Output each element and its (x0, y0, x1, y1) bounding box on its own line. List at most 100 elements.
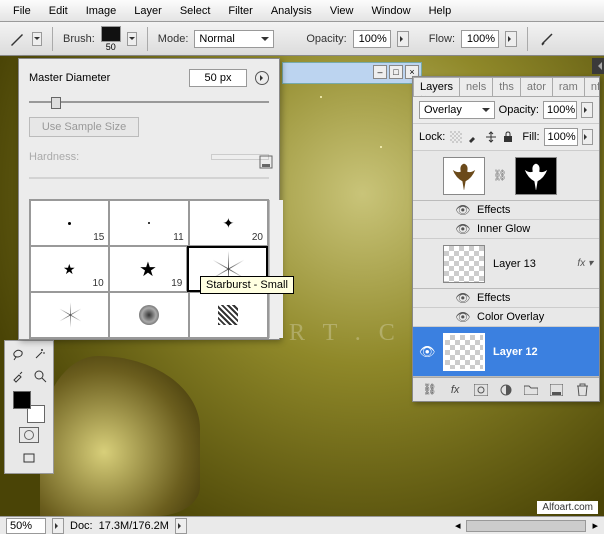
zoom-tool-icon[interactable] (29, 365, 51, 387)
opacity-label: Opacity: (306, 33, 346, 45)
brush-tool-icon[interactable] (8, 30, 26, 48)
toolbox (4, 340, 54, 474)
doc-info-menu[interactable] (175, 518, 187, 534)
layer-item[interactable]: ⛓ (413, 151, 599, 201)
link-layers-icon[interactable]: ⛓ (422, 382, 438, 398)
tool-preset-dropdown[interactable] (32, 32, 42, 46)
brush-preset[interactable]: 11 (109, 200, 188, 246)
tab-navigator[interactable]: ator (520, 77, 553, 96)
menu-window[interactable]: Window (362, 2, 419, 20)
lock-pixels-icon[interactable] (467, 130, 480, 144)
menu-select[interactable]: Select (171, 2, 220, 20)
visibility-icon[interactable]: 👁 (455, 222, 471, 236)
menu-image[interactable]: Image (77, 2, 126, 20)
diameter-slider[interactable] (29, 95, 269, 109)
use-sample-size-button: Use Sample Size (29, 117, 139, 137)
brush-preset[interactable] (189, 292, 268, 338)
menu-layer[interactable]: Layer (125, 2, 171, 20)
visibility-icon[interactable]: 👁 (419, 344, 435, 360)
link-icon[interactable]: ⛓ (493, 169, 507, 182)
tab-channels[interactable]: nels (459, 77, 493, 96)
magic-wand-tool-icon[interactable] (29, 343, 51, 365)
visibility-icon[interactable]: 👁 (455, 203, 471, 217)
layer-opacity-stepper[interactable] (581, 102, 593, 118)
panel-collapse-icon[interactable] (592, 58, 604, 74)
fill-stepper[interactable] (582, 129, 593, 145)
lock-all-icon[interactable] (501, 130, 514, 144)
horizontal-scrollbar[interactable] (466, 520, 586, 532)
brush-preset[interactable] (109, 292, 188, 338)
layer-style-icon[interactable]: fx (447, 382, 463, 398)
tab-info[interactable]: nfo (584, 77, 599, 96)
menu-analysis[interactable]: Analysis (262, 2, 321, 20)
menu-filter[interactable]: Filter (219, 2, 261, 20)
layer-opacity-field[interactable]: 100% (543, 101, 577, 119)
lock-position-icon[interactable] (484, 130, 497, 144)
brush-preset[interactable]: ★10 (30, 246, 109, 292)
quick-mask-icon[interactable] (19, 427, 39, 443)
layer-blend-mode-select[interactable]: Overlay (419, 101, 495, 119)
color-swatches[interactable] (13, 391, 45, 423)
brush-preset[interactable]: 15 (30, 200, 109, 246)
group-icon[interactable] (523, 382, 539, 398)
layer-mask-thumbnail[interactable] (515, 157, 557, 195)
brush-preset-grid: 15 11 ✦20 ★10 ★19 50 (29, 199, 269, 339)
menu-help[interactable]: Help (420, 2, 461, 20)
doc-maximize-icon[interactable]: □ (389, 65, 403, 79)
preset-scrollbar[interactable] (269, 200, 283, 338)
screen-mode-icon[interactable] (18, 447, 40, 469)
flow-stepper[interactable] (505, 31, 517, 47)
fx-badge[interactable]: fx ▾ (577, 258, 593, 269)
opacity-field[interactable]: 100% (353, 30, 391, 48)
layer-thumbnail[interactable] (443, 157, 485, 195)
brush-preset[interactable]: ★19 (109, 246, 188, 292)
scroll-right-icon[interactable]: ▸ (592, 519, 598, 532)
visibility-icon[interactable]: 👁 (455, 291, 471, 305)
flow-field[interactable]: 100% (461, 30, 499, 48)
scroll-left-icon[interactable]: ◂ (455, 519, 461, 532)
layer-thumbnail[interactable] (443, 333, 485, 371)
effect-item[interactable]: 👁 Color Overlay (413, 308, 599, 327)
fill-field[interactable]: 100% (544, 128, 578, 146)
lock-transparency-icon[interactable] (449, 130, 462, 144)
airbrush-icon[interactable] (538, 30, 556, 48)
effects-heading[interactable]: 👁 Effects (413, 289, 599, 308)
layer-item-selected[interactable]: 👁 Layer 12 (413, 327, 599, 377)
menu-file[interactable]: File (4, 2, 40, 20)
flow-label: Flow: (429, 33, 455, 45)
new-layer-icon[interactable] (549, 382, 565, 398)
master-diameter-field[interactable]: 50 px (189, 69, 247, 87)
brush-preset[interactable] (30, 292, 109, 338)
tab-layers[interactable]: Layers × (413, 77, 460, 96)
layer-item[interactable]: Layer 13 fx ▾ (413, 239, 599, 289)
blend-mode-select[interactable]: Normal (194, 30, 274, 48)
layer-mask-icon[interactable] (473, 382, 489, 398)
brush-picker-dropdown[interactable] (127, 32, 137, 46)
zoom-field[interactable]: 50% (6, 518, 46, 534)
menu-edit[interactable]: Edit (40, 2, 77, 20)
doc-minimize-icon[interactable]: – (373, 65, 387, 79)
layer-name[interactable]: Layer 12 (493, 346, 593, 358)
zoom-stepper[interactable] (52, 518, 64, 534)
master-diameter-label: Master Diameter (29, 72, 110, 84)
visibility-icon[interactable]: 👁 (455, 310, 471, 324)
tab-histogram[interactable]: ram (552, 77, 585, 96)
layer-name[interactable]: Layer 13 (493, 258, 569, 270)
delete-layer-icon[interactable] (574, 382, 590, 398)
flyout-menu-icon[interactable] (255, 71, 269, 85)
new-preset-icon[interactable] (259, 155, 273, 169)
document-tab[interactable]: – □ × (282, 62, 422, 84)
adjustment-layer-icon[interactable] (498, 382, 514, 398)
brush-preset[interactable]: ✦20 (189, 200, 268, 246)
brush-preview-icon[interactable] (101, 26, 121, 42)
layer-thumbnail[interactable] (443, 245, 485, 283)
menu-view[interactable]: View (321, 2, 363, 20)
effects-heading[interactable]: 👁 Effects (413, 201, 599, 220)
effect-item[interactable]: 👁 Inner Glow (413, 220, 599, 239)
tab-paths[interactable]: ths (492, 77, 521, 96)
opacity-stepper[interactable] (397, 31, 409, 47)
lasso-tool-icon[interactable] (7, 343, 29, 365)
lock-label: Lock: (419, 131, 445, 143)
eyedropper-tool-icon[interactable] (7, 365, 29, 387)
options-bar: Brush: 50 Mode: Normal Opacity: 100% Flo… (0, 22, 604, 56)
